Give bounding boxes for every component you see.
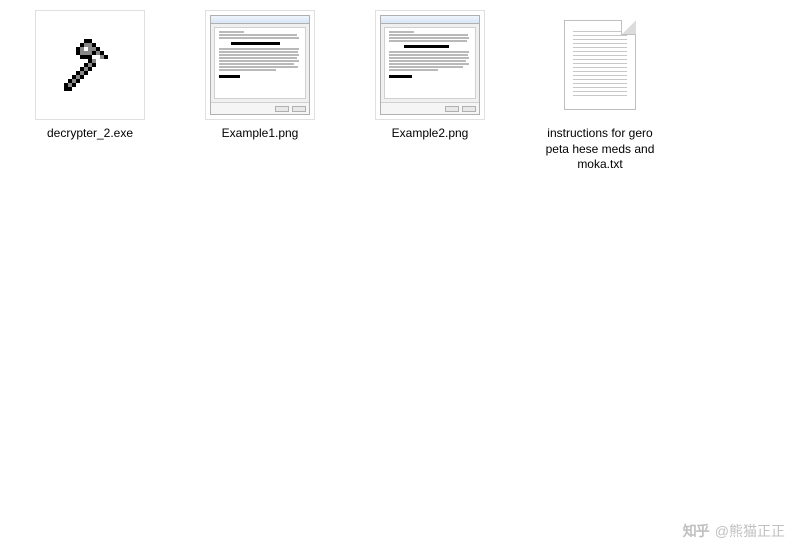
hammer-icon bbox=[58, 33, 122, 97]
file-label: decrypter_2.exe bbox=[47, 126, 133, 142]
txt-thumbnail bbox=[545, 10, 655, 120]
file-label: Example2.png bbox=[392, 126, 469, 142]
png-thumbnail bbox=[375, 10, 485, 120]
file-label: Example1.png bbox=[222, 126, 299, 142]
watermark: 知乎 @熊猫正正 bbox=[683, 521, 785, 541]
file-grid: decrypter_2.exe bbox=[0, 0, 797, 183]
png-thumbnail bbox=[205, 10, 315, 120]
screenshot-preview-icon bbox=[380, 15, 480, 115]
exe-thumbnail bbox=[35, 10, 145, 120]
screenshot-preview-icon bbox=[210, 15, 310, 115]
file-item-example2[interactable]: Example2.png bbox=[360, 10, 500, 142]
zhihu-logo-icon: 知乎 bbox=[683, 521, 709, 541]
file-item-example1[interactable]: Example1.png bbox=[190, 10, 330, 142]
text-file-icon bbox=[564, 20, 636, 110]
file-item-decrypter[interactable]: decrypter_2.exe bbox=[20, 10, 160, 142]
file-label: instructions for gero peta hese meds and… bbox=[540, 126, 660, 173]
file-item-instructions[interactable]: instructions for gero peta hese meds and… bbox=[530, 10, 670, 173]
watermark-author: @熊猫正正 bbox=[715, 521, 785, 541]
